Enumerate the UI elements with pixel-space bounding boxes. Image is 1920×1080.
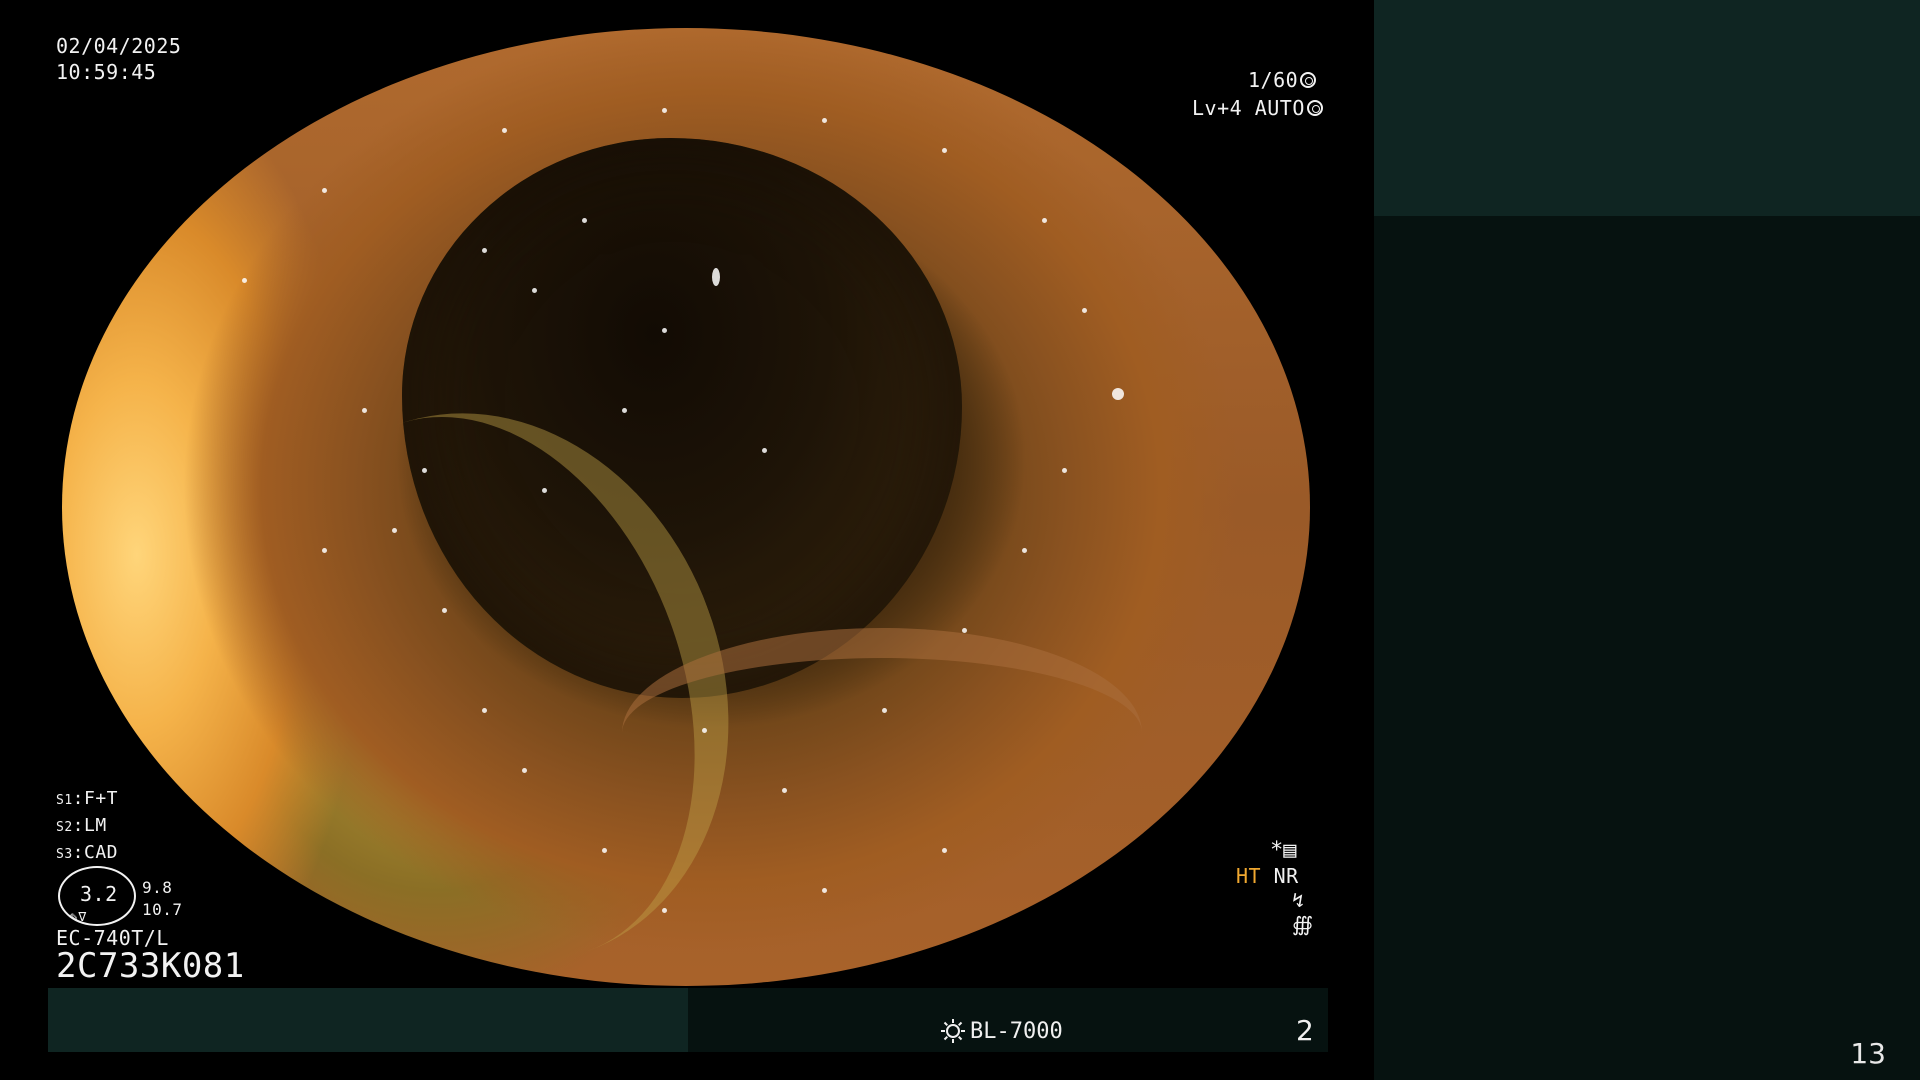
- filter-icon: ∰: [1292, 912, 1314, 936]
- page-counter: 13: [1850, 1037, 1886, 1070]
- auto-exposure-icon: [1306, 100, 1323, 116]
- sun-icon: [941, 1019, 965, 1043]
- enhance-mode: HT NR: [1236, 864, 1299, 888]
- zoom-side-top: 9.8: [142, 878, 173, 897]
- side-panel-top: [1374, 0, 1920, 216]
- exposure-readout: Lv+4 AUTO: [1192, 96, 1323, 120]
- light-source-readout: BL-7000: [940, 1018, 1063, 1044]
- mucosal-fold: [622, 628, 1142, 838]
- shutter-readout: 1/60: [1248, 68, 1317, 92]
- shutter-dial-icon: [1300, 72, 1317, 88]
- tone-curve-icon: ↯: [1292, 888, 1305, 912]
- enhance-ht: HT: [1236, 864, 1262, 888]
- zoom-side-bottom: 10.7: [142, 900, 183, 919]
- time-readout: 10:59:45: [56, 60, 157, 84]
- status-bar-left: [48, 988, 688, 1052]
- scope-serial: 2C733K081: [56, 946, 245, 986]
- endoscope-image: [62, 28, 1310, 986]
- enhance-nr: NR: [1273, 864, 1299, 888]
- exposure-value: Lv+4 AUTO: [1192, 96, 1305, 120]
- zoom-value: 3.2: [80, 882, 118, 906]
- light-source-label: BL-7000: [970, 1018, 1063, 1044]
- side-panel-bottom: 13: [1374, 216, 1920, 1080]
- scope-switch-settings: S1:F+T S2:LM S3:CAD: [56, 786, 118, 867]
- date-readout: 02/04/2025: [56, 34, 182, 58]
- frame-number: 2: [1296, 1014, 1314, 1047]
- setting-s2: S2:LM: [56, 815, 107, 836]
- shutter-value: 1/60: [1248, 68, 1299, 92]
- setting-s1: S1:F+T: [56, 788, 119, 809]
- setting-s3: S3:CAD: [56, 842, 119, 863]
- settings-menu-icon: *▤: [1270, 838, 1297, 863]
- endoscopy-screen: 02/04/2025 10:59:45 1/60 Lv+4 AUTO S1:F+…: [0, 0, 1920, 1080]
